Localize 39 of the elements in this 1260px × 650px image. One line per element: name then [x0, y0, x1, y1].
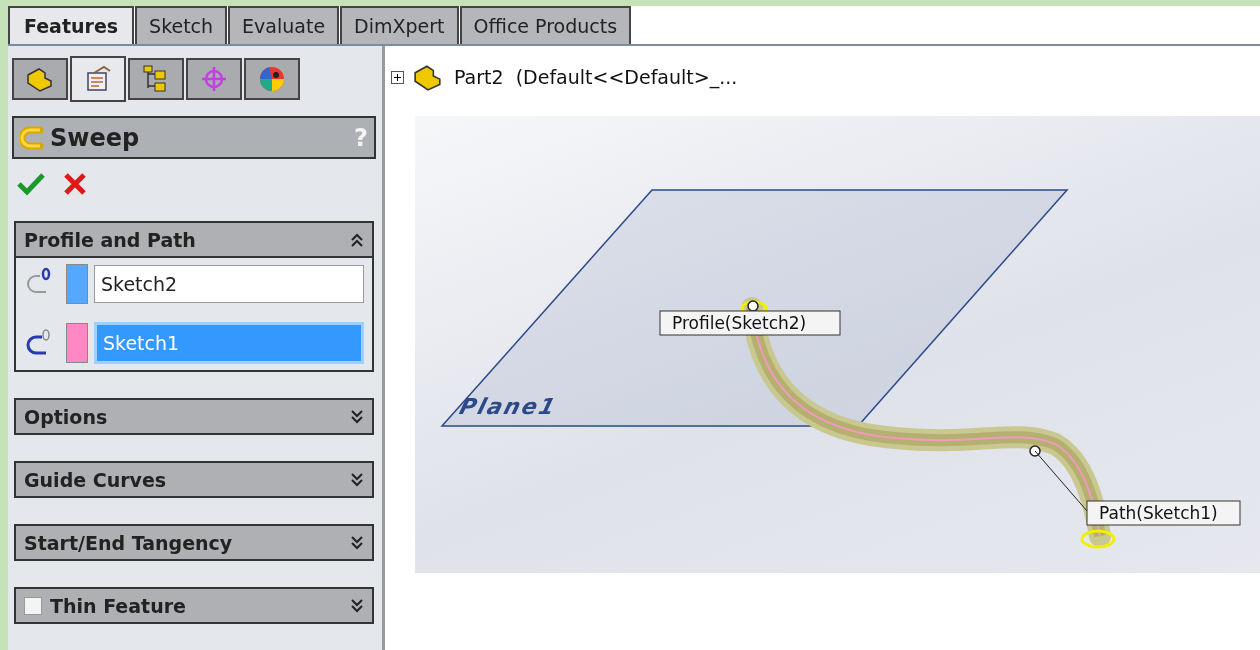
double-chevron-icon[interactable] — [350, 534, 364, 551]
double-chevron-icon[interactable] — [350, 408, 364, 425]
color-ball-icon — [257, 64, 287, 94]
tree-item[interactable]: Part2 (Default<<Default>_... — [454, 66, 738, 88]
command-tab[interactable]: Office Products — [459, 6, 632, 44]
selection-field[interactable]: Sketch2 — [94, 265, 364, 303]
panel-tab[interactable] — [128, 58, 184, 100]
part-icon — [25, 65, 55, 93]
crosshair-icon — [200, 65, 228, 93]
command-tab[interactable]: Features — [8, 6, 135, 44]
group-header[interactable]: Options — [14, 398, 374, 435]
panel-tab[interactable] — [12, 58, 68, 100]
command-tab[interactable]: Sketch — [135, 6, 228, 44]
checkbox[interactable] — [24, 596, 42, 615]
double-chevron-icon[interactable] — [350, 471, 364, 488]
group-header[interactable]: Guide Curves — [14, 461, 374, 498]
command-tab[interactable]: Evaluate — [228, 6, 340, 44]
callout-label: Profile(Sketch2) — [659, 310, 841, 336]
command-tab[interactable]: DimXpert — [340, 6, 459, 44]
double-chevron-icon[interactable] — [350, 231, 364, 248]
panel-tab[interactable] — [186, 58, 242, 100]
group-title: Start/End Tangency — [24, 531, 234, 554]
panel-title: Sweep — [50, 123, 141, 152]
ok-check-icon[interactable] — [16, 171, 46, 197]
group-title: Guide Curves — [24, 468, 168, 491]
sweep-icon — [20, 124, 46, 151]
callout-label: Path(Sketch1) — [1034, 450, 1241, 526]
group-title: Options — [24, 405, 109, 428]
group-header[interactable]: Thin Feature — [14, 587, 374, 624]
group-title: Profile and Path — [24, 228, 197, 251]
property-sheet-icon — [84, 65, 112, 93]
group-title: Thin Feature — [50, 594, 187, 617]
cancel-x-icon[interactable] — [62, 171, 88, 197]
panel-tab[interactable] — [70, 56, 126, 102]
group-header[interactable]: Start/End Tangency — [14, 524, 374, 561]
group-header[interactable]: Profile and Path — [14, 221, 374, 258]
expand-toggle[interactable] — [391, 70, 404, 84]
panel-tab[interactable] — [244, 58, 300, 100]
double-chevron-icon[interactable] — [350, 597, 364, 614]
